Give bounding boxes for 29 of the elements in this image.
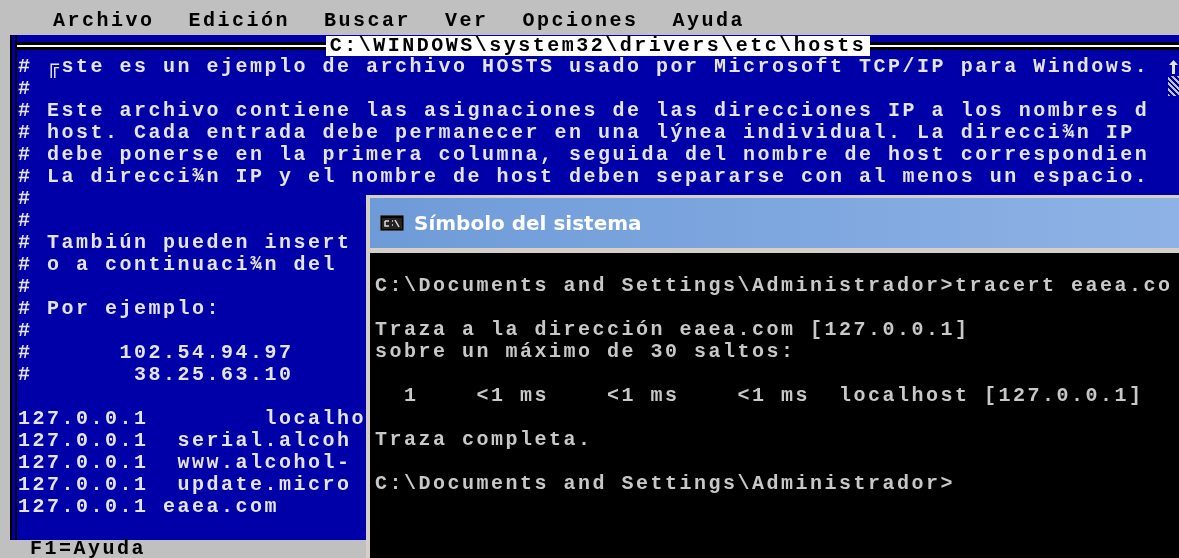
console-line: sobre un máximo de 30 saltos: xyxy=(375,341,796,363)
text-line: # Por ejemplo: xyxy=(18,298,222,320)
console-line: C:\Documents and Settings\Administrador> xyxy=(375,473,956,495)
text-line: # Este archivo contiene las asignaciones de las direcciones IP a los nombres d xyxy=(18,100,1150,122)
status-text: F1=Ayuda xyxy=(30,540,146,558)
file-title: C:\WINDOWS\system32\drivers\etc\hosts xyxy=(325,35,871,56)
text-line: 127.0.0.1 localho xyxy=(18,408,367,430)
text-line: # host. Cada entrada debe permanecer en una lýnea individual. La direcci¾n IP xyxy=(18,122,1135,144)
text-line: # o a continuaci¾n del xyxy=(18,254,338,276)
console-line: C:\Documents and Settings\Administrador>tracert eaea.co xyxy=(375,275,1173,297)
text-line: # La direcci¾n IP y el nombre de host deben separarse con al menos un espacio. xyxy=(18,166,1150,188)
window-title: Símbolo del sistema xyxy=(414,211,642,235)
console-line: 1 <1 ms <1 ms <1 ms localhost [127.0.0.1] xyxy=(403,385,1144,407)
console-line: Traza completa. xyxy=(375,429,593,451)
text-line: # xyxy=(18,210,33,232)
text-line: # xyxy=(18,276,33,298)
text-line: 127.0.0.1 eaea.com xyxy=(18,496,280,518)
text-line: 127.0.0.1 serial.alcoh xyxy=(18,430,352,452)
text-line: # 38.25.63.10 xyxy=(18,364,294,386)
text-line: 127.0.0.1 www.alcohol- xyxy=(18,452,352,474)
text-line: # xyxy=(18,78,33,100)
text-line: 127.0.0.1 update.micro xyxy=(18,474,352,496)
console-line: Traza a la dirección eaea.com [127.0.0.1] xyxy=(375,319,970,341)
text-line: # ╔ste es un ejemplo de archivo HOSTS usado por Microsoft TCP/IP para Windows. xyxy=(18,56,1150,78)
text-line: # xyxy=(18,320,33,342)
text-line: # xyxy=(18,188,33,210)
text-line: # Tambiún pueden insert xyxy=(18,232,352,254)
text-line: # 102.54.94.97 xyxy=(18,342,294,364)
text-line: # debe ponerse en la primera columna, seguida del nombre de host correspondien xyxy=(18,144,1150,166)
